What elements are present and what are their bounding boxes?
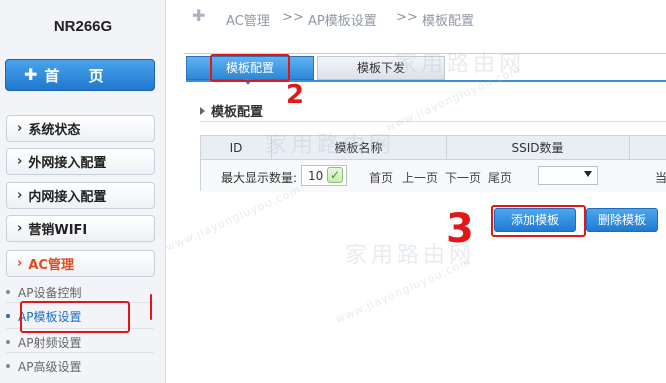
breadcrumb-item[interactable]: AP模板设置 <box>308 10 377 29</box>
menu-label: 内网接入配置 <box>28 190 107 205</box>
max-display-label: 最大显示数量: <box>221 171 298 185</box>
breadcrumb-plus-icon: ✚ <box>192 6 206 25</box>
device-model: NR266G <box>53 18 113 35</box>
max-display-value: 10 <box>308 169 324 183</box>
column-divider <box>629 136 630 160</box>
divider <box>6 352 154 353</box>
menu-item-marketing-wifi[interactable]: › 营销WIFI <box>6 215 155 242</box>
delete-template-button[interactable]: 删除模板 <box>586 208 658 232</box>
annotation-number: 2 <box>286 80 305 110</box>
home-plus-icon: ✚ <box>24 65 38 84</box>
menu-label: 外网接入配置 <box>28 156 107 171</box>
triangle-right-icon <box>200 106 205 115</box>
sub-item-ap-radio[interactable]: AP射频设置 <box>6 334 82 351</box>
column-header-ssid-count: SSID数量 <box>511 141 564 155</box>
menu-label: 系统状态 <box>28 123 81 138</box>
menu-item-lan-config[interactable]: › 内网接入配置 <box>6 182 155 209</box>
watermark-url: www.jiayongluyou.com <box>163 182 304 255</box>
table-footer: 最大显示数量: 10 ✓ 首页 上一页 下一页 尾页 当前:0 <box>201 160 666 192</box>
pager-next[interactable]: 下一页 <box>445 169 481 186</box>
breadcrumb-item[interactable]: AC管理 <box>226 10 270 29</box>
check-icon[interactable]: ✓ <box>327 167 343 183</box>
dropdown-arrow-icon <box>584 171 592 177</box>
watermark-url: www.jiayongluyou.com <box>333 254 474 327</box>
annotation-mark <box>150 294 152 320</box>
page-select[interactable] <box>538 166 598 185</box>
section-title-text: 模板配置 <box>211 105 264 120</box>
table-header: ID 模板名称 SSID数量 <box>201 136 666 160</box>
chevron-right-icon: › <box>17 256 23 271</box>
column-header-id: ID <box>229 141 243 155</box>
template-table: ID 模板名称 SSID数量 最大显示数量: 10 ✓ 首页 上一页 下一页 尾… <box>200 135 666 192</box>
sub-item-ap-device-control[interactable]: AP设备控制 <box>6 284 82 301</box>
menu-item-system-status[interactable]: › 系统状态 <box>6 115 155 142</box>
annotation-box-sidebar <box>20 301 130 333</box>
sub-item-ap-advanced[interactable]: AP高级设置 <box>6 358 82 375</box>
sub-item-label: AP设备控制 <box>18 286 82 300</box>
bullet-icon <box>6 364 10 368</box>
section-title: 模板配置 <box>200 101 263 120</box>
breadcrumb-current: 模板配置 <box>422 14 475 29</box>
sub-item-label: AP高级设置 <box>18 360 82 374</box>
menu-item-ac-management[interactable]: › AC管理 <box>6 250 155 277</box>
menu-label: 营销WIFI <box>28 223 88 238</box>
current-page-label: 当前:0 <box>655 171 666 185</box>
max-display-input[interactable]: 10 ✓ <box>301 165 347 186</box>
chevron-right-icon: › <box>17 121 23 136</box>
column-header-name: 模板名称 <box>334 141 383 155</box>
tab-template-deploy[interactable]: 模板下发 <box>317 56 445 80</box>
pager-last[interactable]: 尾页 <box>488 169 512 186</box>
breadcrumb-separator: >> <box>396 10 418 25</box>
sub-item-label: AP射频设置 <box>18 336 82 350</box>
bullet-icon <box>6 290 10 294</box>
home-label: 首 页 <box>44 66 116 85</box>
tab-label: 模板下发 <box>356 61 405 75</box>
breadcrumb-separator: >> <box>282 10 304 25</box>
chevron-right-icon: › <box>17 221 23 236</box>
section-divider <box>200 121 666 122</box>
pager-first[interactable]: 首页 <box>369 169 393 186</box>
home-button[interactable]: ✚ 首 页 <box>5 59 155 91</box>
annotation-number: 3 <box>446 206 474 252</box>
pager-prev[interactable]: 上一页 <box>402 169 438 186</box>
menu-label: AC管理 <box>28 258 74 273</box>
bullet-icon <box>6 340 10 344</box>
menu-item-wan-config[interactable]: › 外网接入配置 <box>6 148 155 175</box>
annotation-box-tab <box>210 54 290 82</box>
chevron-right-icon: › <box>17 188 23 203</box>
annotation-box-add-button <box>491 205 586 237</box>
chevron-right-icon: › <box>17 154 23 169</box>
bullet-icon <box>6 314 10 318</box>
